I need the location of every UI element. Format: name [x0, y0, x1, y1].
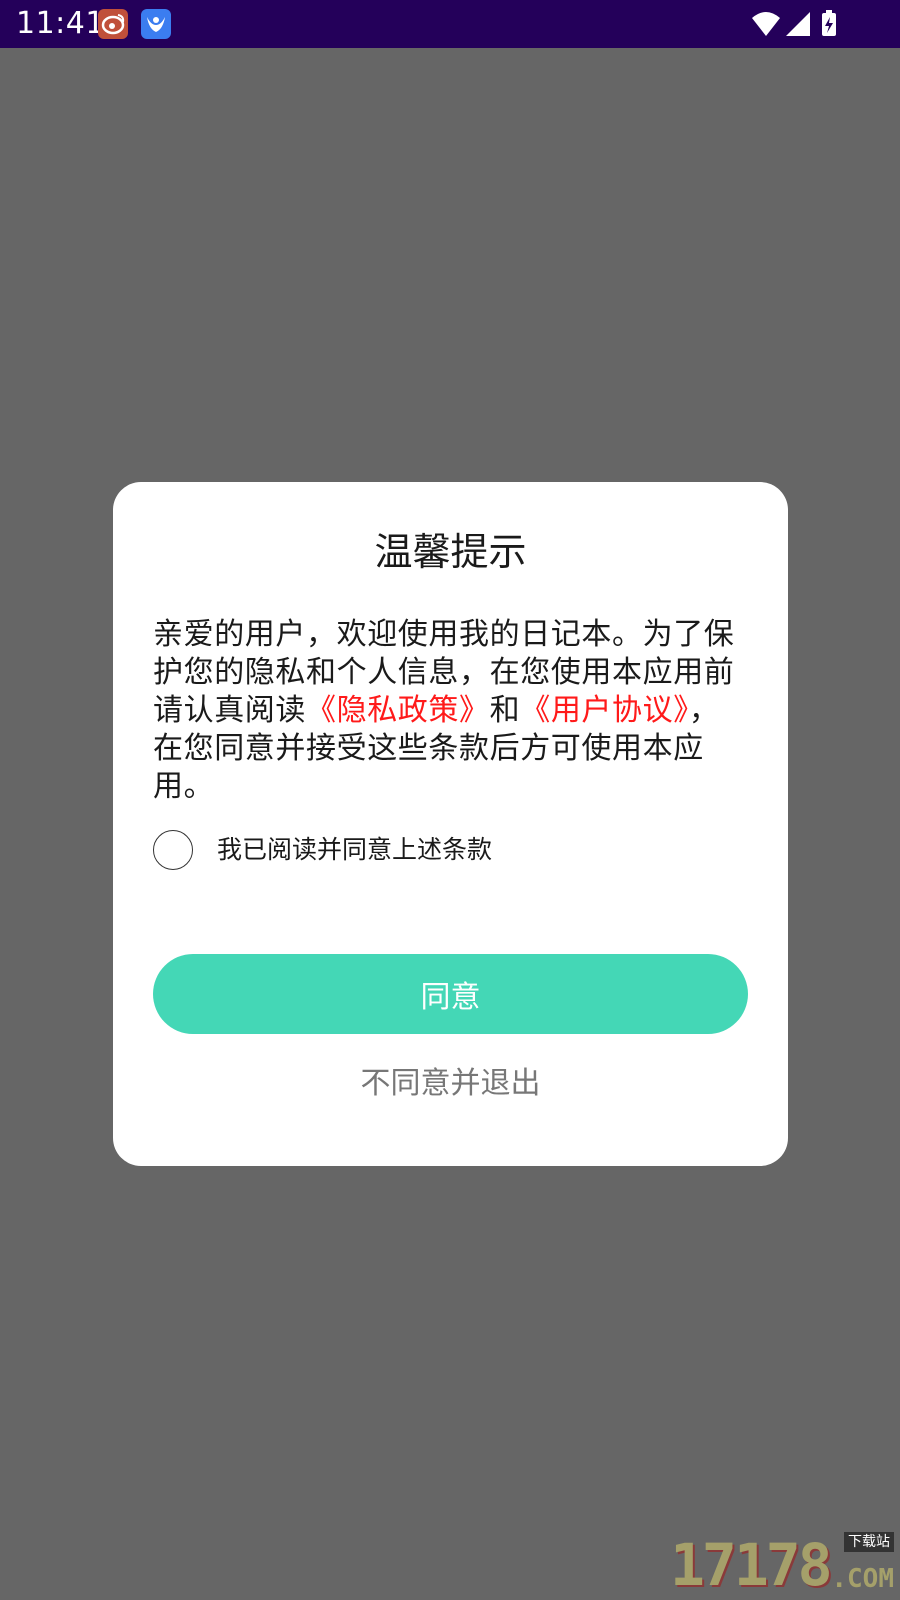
dialog-body: 亲爱的用户，欢迎使用我的日记本。为了保护您的隐私和个人信息，在您使用本应用前请认…: [153, 616, 747, 806]
status-bar: 11:41: [0, 0, 900, 48]
wifi-icon: [752, 12, 780, 36]
watermark-tag: 下载站: [844, 1532, 894, 1552]
app-bird-icon: [141, 9, 171, 39]
privacy-policy-link[interactable]: 《隐私政策》: [306, 693, 490, 728]
watermark-number: 17178: [670, 1531, 833, 1599]
agree-checkbox-row[interactable]: 我已阅读并同意上述条款: [153, 830, 653, 874]
body-text-2: 和: [489, 693, 521, 728]
battery-charging-icon: [822, 10, 836, 36]
cell-signal-icon: [786, 12, 810, 36]
privacy-dialog: 温馨提示 亲爱的用户，欢迎使用我的日记本。为了保护您的隐私和个人信息，在您使用本…: [113, 482, 788, 1166]
dialog-title: 温馨提示: [374, 530, 527, 574]
agree-checkbox[interactable]: [153, 830, 193, 870]
agree-checkbox-label[interactable]: 我已阅读并同意上述条款: [217, 832, 492, 868]
watermark-logo: 17178 下载站 .COM: [670, 1532, 894, 1594]
user-agreement-link[interactable]: 《用户协议》: [520, 693, 689, 728]
agree-button[interactable]: 同意: [153, 954, 748, 1034]
decline-exit-link[interactable]: 不同意并退出: [113, 1062, 788, 1106]
status-time: 11:41: [16, 6, 105, 41]
weibo-icon: [98, 9, 128, 39]
watermark-domain: .COM: [831, 1564, 894, 1594]
status-indicators: [750, 10, 842, 38]
